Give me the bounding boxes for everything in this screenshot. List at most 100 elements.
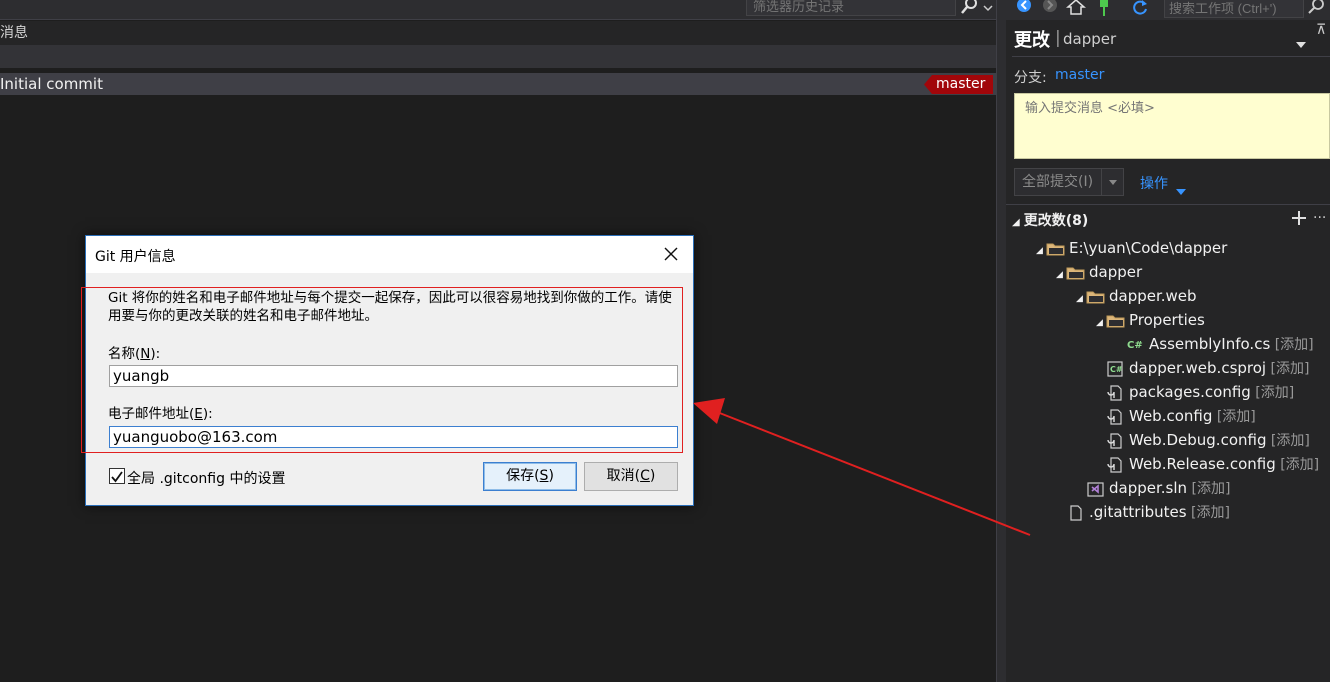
- tree-item-label: Properties: [1129, 311, 1205, 329]
- git-user-info-dialog: Git 用户信息 Git 将你的姓名和电子邮件地址与每个提交一起保存，因此可以很…: [81, 235, 694, 506]
- tree-item[interactable]: ◢ E:\yuan\Code\dapper: [1036, 236, 1227, 260]
- email-label-text: 电子邮件地址(: [108, 406, 195, 422]
- connect-icon[interactable]: [1094, 0, 1114, 18]
- tree-item[interactable]: Web.config [添加]: [1096, 404, 1256, 428]
- name-label-text: 名称(: [108, 346, 141, 362]
- work-item-search-input[interactable]: [1164, 0, 1304, 18]
- name-label: 名称(N):: [108, 342, 160, 362]
- svg-text:C#: C#: [1127, 340, 1143, 351]
- branch-badge: master: [924, 75, 994, 94]
- config-file-icon: [1106, 432, 1126, 450]
- folder-icon: [1046, 240, 1066, 258]
- search-icon[interactable]: [1308, 0, 1326, 16]
- folder-icon: [1066, 264, 1086, 282]
- save-button-text: 保存(: [506, 468, 540, 484]
- svg-text:C#: C#: [1110, 365, 1123, 374]
- name-label-access-key: N: [140, 346, 151, 362]
- tree-item[interactable]: C# dapper.web.csproj [添加]: [1096, 356, 1309, 380]
- folder-icon: [1106, 312, 1126, 330]
- page-dropdown-icon[interactable]: [1296, 34, 1306, 48]
- changes-count: 更改数(8): [1023, 213, 1089, 229]
- tree-item-label: AssemblyInfo.cs: [1149, 335, 1271, 353]
- email-label: 电子邮件地址(E):: [108, 402, 213, 422]
- home-icon[interactable]: [1066, 0, 1086, 18]
- commit-all-button[interactable]: 全部提交(I): [1014, 168, 1102, 196]
- title-separator: |: [1055, 28, 1061, 48]
- change-status-tag: [添加]: [1266, 433, 1310, 449]
- csharp-file-icon: C#: [1126, 336, 1146, 354]
- cancel-button-text: 取消(: [606, 468, 641, 484]
- message-column-header[interactable]: 消息: [0, 21, 996, 45]
- refresh-icon[interactable]: [1130, 0, 1150, 18]
- section-divider: [1006, 204, 1330, 205]
- commit-message-input[interactable]: [1014, 93, 1330, 159]
- close-icon[interactable]: [662, 245, 680, 263]
- repository-name: dapper: [1063, 30, 1117, 48]
- branch-link[interactable]: master: [1055, 67, 1104, 83]
- tree-item[interactable]: C# AssemblyInfo.cs [添加]: [1116, 332, 1314, 356]
- tree-item-label: Web.Debug.config: [1129, 431, 1267, 449]
- changes-section-header[interactable]: ◢ 更改数(8): [1012, 210, 1088, 230]
- team-explorer-toolbar: [1006, 0, 1330, 20]
- tree-item-label: dapper.sln: [1109, 479, 1188, 497]
- dialog-description: Git 将你的姓名和电子邮件地址与每个提交一起保存，因此可以很容易地找到你做的工…: [108, 290, 672, 324]
- search-icon[interactable]: [960, 0, 980, 15]
- email-field[interactable]: [109, 426, 678, 448]
- back-icon[interactable]: [1014, 0, 1034, 18]
- solution-file-icon: [1086, 480, 1106, 498]
- tree-item[interactable]: .gitattributes [添加]: [1056, 500, 1230, 524]
- change-status-tag: [添加]: [1266, 361, 1310, 377]
- title-divider: [1012, 56, 1330, 57]
- email-label-suffix: ):: [202, 406, 213, 422]
- tree-item[interactable]: Web.Debug.config [添加]: [1096, 428, 1310, 452]
- chevron-down-icon[interactable]: [1176, 180, 1186, 195]
- commit-all-dropdown[interactable]: [1102, 168, 1124, 196]
- save-button[interactable]: 保存(S): [483, 462, 577, 491]
- tree-item-label: Web.Release.config: [1129, 455, 1276, 473]
- config-file-icon: [1106, 456, 1126, 474]
- tree-item[interactable]: ◢ dapper.web: [1076, 284, 1197, 308]
- more-options-icon[interactable]: ···: [1313, 210, 1326, 226]
- tree-item[interactable]: ◢ Properties: [1096, 308, 1205, 332]
- collapse-triangle-icon[interactable]: ◢: [1012, 217, 1020, 228]
- tree-item[interactable]: ◢ dapper: [1056, 260, 1142, 284]
- forward-icon[interactable]: [1040, 0, 1060, 18]
- config-file-icon: [1106, 408, 1126, 426]
- chevron-down-icon[interactable]: [982, 0, 994, 12]
- tree-item-label: dapper: [1089, 263, 1143, 281]
- expand-triangle-icon[interactable]: ◢: [1036, 239, 1046, 263]
- tree-item-label: E:\yuan\Code\dapper: [1069, 239, 1228, 257]
- cancel-button[interactable]: 取消(C): [584, 462, 678, 491]
- page-title: 更改: [1014, 30, 1050, 51]
- tree-item[interactable]: packages.config [添加]: [1096, 380, 1294, 404]
- csproj-file-icon: C#: [1106, 360, 1126, 378]
- global-config-checkbox[interactable]: [109, 468, 125, 484]
- email-label-access-key: E: [194, 406, 203, 422]
- save-button-suffix: ): [548, 468, 554, 484]
- name-field[interactable]: [109, 365, 678, 387]
- dialog-titlebar[interactable]: Git 用户信息: [86, 236, 693, 273]
- change-status-tag: [添加]: [1186, 505, 1230, 521]
- global-config-label[interactable]: 全局 .gitconfig 中的设置: [127, 468, 285, 488]
- tree-item[interactable]: Web.Release.config [添加]: [1096, 452, 1319, 476]
- tree-item-label: .gitattributes: [1089, 503, 1187, 521]
- pin-icon[interactable]: ⊼: [1316, 22, 1326, 38]
- folder-icon: [1086, 288, 1106, 306]
- expand-triangle-icon[interactable]: ◢: [1076, 287, 1086, 311]
- cancel-button-suffix: ): [649, 468, 656, 484]
- add-icon[interactable]: [1291, 210, 1307, 226]
- history-filter-input[interactable]: [746, 0, 956, 16]
- pane-splitter[interactable]: [996, 0, 1006, 682]
- actions-menu[interactable]: 操作: [1140, 173, 1168, 193]
- tree-item-label: dapper.web: [1109, 287, 1197, 305]
- team-explorer: 更改 | dapper ⊼ 分支: master 全部提交(I) 操作 ◢更改数…: [1006, 0, 1330, 682]
- commit-row[interactable]: Initial commit: [0, 73, 996, 95]
- change-status-tag: [添加]: [1250, 385, 1295, 401]
- expand-triangle-icon[interactable]: ◢: [1056, 263, 1066, 287]
- tree-item[interactable]: dapper.sln [添加]: [1076, 476, 1230, 500]
- branch-label: 分支:: [1014, 70, 1047, 86]
- tree-item-label: dapper.web.csproj: [1129, 359, 1267, 377]
- tree-item-label: packages.config: [1129, 383, 1251, 401]
- name-label-suffix: ):: [150, 346, 161, 362]
- expand-triangle-icon[interactable]: ◢: [1096, 311, 1106, 335]
